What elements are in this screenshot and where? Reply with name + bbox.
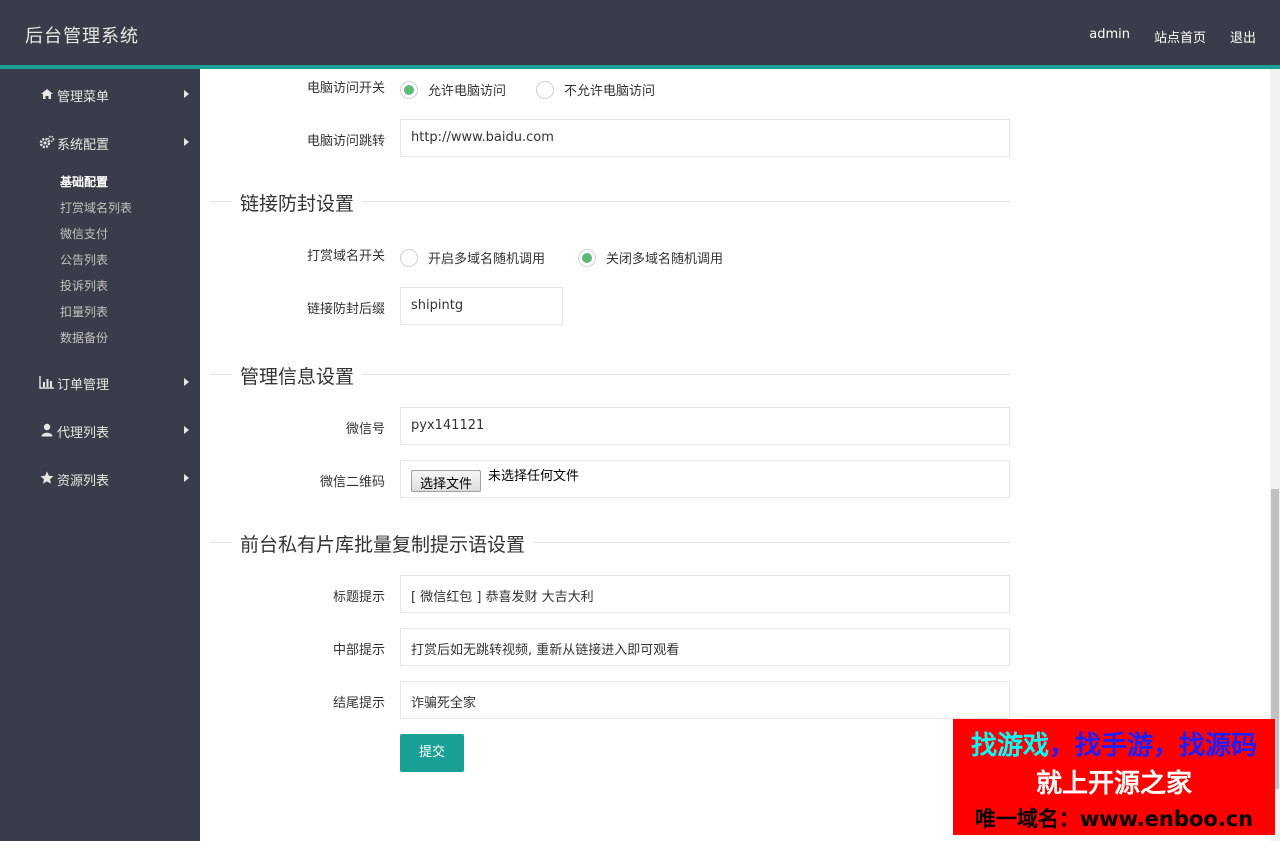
pc-redirect-label: 电脑访问跳转 xyxy=(306,134,385,149)
ad-line-1-rest: ，找手游，找源码 xyxy=(1049,731,1258,761)
sidebar-item-resources[interactable]: 资源列表 xyxy=(0,466,200,490)
admin-user-link[interactable]: admin xyxy=(1089,27,1130,46)
ad-line-1: 找游戏，找手游，找源码 xyxy=(953,725,1275,762)
domain-switch-label: 打赏域名开关 xyxy=(306,249,385,264)
section-admin-info: 管理信息设置 xyxy=(210,362,1010,389)
chevron-right-icon xyxy=(184,426,189,434)
title-tip-input[interactable]: [ 微信红包 ] 恭喜发财 大吉大利 xyxy=(400,575,1010,613)
chevron-right-icon xyxy=(184,138,189,146)
submenu-reward-domains[interactable]: 打赏域名列表 xyxy=(60,199,132,216)
top-header: 后台管理系统 admin 站点首页 退出 xyxy=(0,0,1280,65)
user-icon xyxy=(41,423,53,437)
submenu-wechat-pay[interactable]: 微信支付 xyxy=(60,225,108,242)
submit-button[interactable]: 提交 xyxy=(400,734,464,772)
bar-chart-icon xyxy=(39,376,54,389)
sidebar-item-label: 资源列表 xyxy=(57,474,110,489)
sidebar-item-label: 系统配置 xyxy=(57,138,110,153)
multi-domain-on-radio[interactable]: 开启多域名随机调用 xyxy=(400,248,545,267)
sidebar-item-label: 订单管理 xyxy=(57,378,110,393)
submenu-deductions[interactable]: 扣量列表 xyxy=(60,303,108,320)
section-title: 前台私有片库批量复制提示语设置 xyxy=(232,530,534,557)
section-title: 链接防封设置 xyxy=(232,189,363,216)
sidebar-item-agents[interactable]: 代理列表 xyxy=(0,418,200,442)
home-icon xyxy=(41,89,53,99)
wechat-qrcode-file-field: 选择文件 未选择任何文件 xyxy=(400,460,1010,498)
chevron-right-icon xyxy=(184,90,189,98)
radio-label: 允许电脑访问 xyxy=(428,84,507,99)
file-status-text: 未选择任何文件 xyxy=(488,469,580,484)
sidebar: 管理菜单 系统配置 基础配置 打赏域名列表 微信支付 公告列表 投诉列表 扣量列… xyxy=(0,69,200,841)
radio-circle xyxy=(578,248,596,267)
submenu-complaints[interactable]: 投诉列表 xyxy=(60,277,108,294)
middle-tip-input[interactable]: 打赏后如无跳转视频, 重新从链接进入即可观看 xyxy=(400,628,1010,666)
wechat-id-label: 微信号 xyxy=(345,422,385,437)
sidebar-item-manage-menu[interactable]: 管理菜单 xyxy=(0,82,200,106)
ad-line-2: 就上开源之家 xyxy=(1035,769,1192,799)
sidebar-item-system-config[interactable]: 系统配置 xyxy=(0,130,200,154)
end-tip-label: 结尾提示 xyxy=(332,696,385,711)
wechat-id-input[interactable]: pyx141121 xyxy=(400,407,1010,445)
multi-domain-off-radio[interactable]: 关闭多域名随机调用 xyxy=(578,248,723,267)
submenu-announcements[interactable]: 公告列表 xyxy=(60,251,108,268)
submenu-basic-config[interactable]: 基础配置 xyxy=(60,173,108,190)
site-home-link[interactable]: 站点首页 xyxy=(1154,27,1206,46)
link-suffix-input[interactable]: shipintg xyxy=(400,287,563,325)
radio-label: 开启多域名随机调用 xyxy=(428,252,546,267)
pc-access-switch-label: 电脑访问开关 xyxy=(306,81,385,96)
sidebar-item-label: 管理菜单 xyxy=(57,90,110,105)
pc-redirect-input[interactable]: http://www.baidu.com xyxy=(400,119,1010,157)
link-suffix-label: 链接防封后缀 xyxy=(306,302,385,317)
radio-circle xyxy=(536,80,554,99)
submenu-data-backup[interactable]: 数据备份 xyxy=(60,329,108,346)
choose-file-button[interactable]: 选择文件 xyxy=(411,470,482,492)
header-nav: admin 站点首页 退出 xyxy=(1089,27,1256,46)
radio-label: 关闭多域名随机调用 xyxy=(606,252,724,267)
radio-circle xyxy=(400,248,418,267)
pc-allow-radio[interactable]: 允许电脑访问 xyxy=(400,80,506,99)
radio-label: 不允许电脑访问 xyxy=(564,84,656,99)
ad-line-3: 唯一域名：www.enboo.cn xyxy=(974,807,1254,831)
watermark-ad-banner: 找游戏，找手游，找源码 就上开源之家 唯一域名：www.enboo.cn xyxy=(953,719,1275,835)
star-icon xyxy=(40,471,54,484)
logout-link[interactable]: 退出 xyxy=(1230,27,1256,46)
pc-deny-radio[interactable]: 不允许电脑访问 xyxy=(536,80,655,99)
gears-icon xyxy=(39,135,55,149)
wechat-qrcode-label: 微信二维码 xyxy=(319,475,385,490)
chevron-right-icon xyxy=(184,474,189,482)
ad-line-1-highlight: 找游戏 xyxy=(970,731,1049,761)
section-link-protection: 链接防封设置 xyxy=(210,189,1010,216)
radio-circle xyxy=(400,80,418,99)
title-tip-label: 标题提示 xyxy=(332,590,385,605)
app-title: 后台管理系统 xyxy=(25,26,139,47)
middle-tip-label: 中部提示 xyxy=(332,643,385,658)
end-tip-input[interactable]: 诈骗死全家 xyxy=(400,681,1010,719)
section-copy-tips: 前台私有片库批量复制提示语设置 xyxy=(210,530,1010,557)
sidebar-item-label: 代理列表 xyxy=(57,426,110,441)
chevron-right-icon xyxy=(184,378,189,386)
section-title: 管理信息设置 xyxy=(232,362,363,389)
sidebar-item-orders[interactable]: 订单管理 xyxy=(0,370,200,394)
